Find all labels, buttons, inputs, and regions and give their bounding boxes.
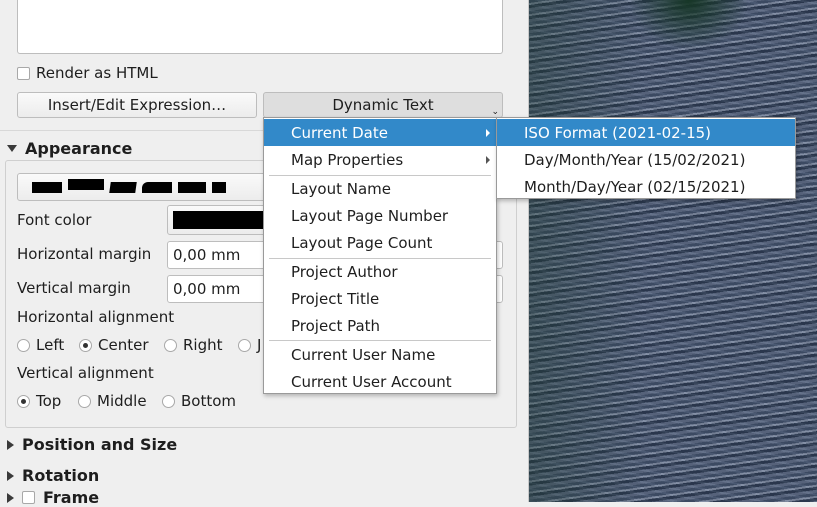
submenu-item-month-day-year[interactable]: Month/Day/Year (02/15/2021) bbox=[497, 173, 795, 200]
font-preview-glyph bbox=[212, 181, 226, 193]
font-preview-glyph bbox=[142, 181, 172, 193]
panel-divider[interactable] bbox=[528, 0, 529, 502]
valign-top-label: Top bbox=[36, 392, 62, 410]
rotation-title: Rotation bbox=[22, 466, 100, 485]
horizontal-margin-value: 0,00 mm bbox=[173, 246, 241, 264]
menu-item-project-author[interactable]: Project Author bbox=[264, 258, 496, 285]
font-color-label: Font color bbox=[17, 211, 92, 229]
font-preview-glyph bbox=[178, 181, 206, 193]
frame-title: Frame bbox=[43, 488, 100, 507]
menu-item-label: Current Date bbox=[291, 123, 388, 142]
frame-header[interactable]: Frame bbox=[7, 488, 99, 507]
menu-item-map-properties[interactable]: Map Properties bbox=[264, 146, 496, 173]
font-preview-glyph bbox=[32, 181, 62, 193]
label-text-area[interactable] bbox=[17, 0, 503, 54]
valign-bottom-label: Bottom bbox=[181, 392, 237, 410]
halign-left-radio[interactable] bbox=[17, 339, 30, 352]
dropdown-indicator-icon: ⌄ bbox=[491, 107, 499, 117]
halign-justify-label: J bbox=[257, 336, 262, 354]
appearance-header[interactable]: Appearance bbox=[7, 139, 132, 158]
menu-item-project-path[interactable]: Project Path bbox=[264, 312, 496, 339]
appearance-title: Appearance bbox=[25, 139, 133, 158]
font-button[interactable] bbox=[17, 173, 282, 201]
halign-justify-radio[interactable] bbox=[238, 339, 251, 352]
position-size-header[interactable]: Position and Size bbox=[7, 435, 177, 454]
halign-left-label: Left bbox=[36, 336, 65, 354]
menu-item-current-user-name[interactable]: Current User Name bbox=[264, 341, 496, 368]
insert-expression-button[interactable]: Insert/Edit Expression… bbox=[17, 92, 257, 118]
collapse-down-icon bbox=[7, 145, 17, 152]
horizontal-margin-label: Horizontal margin bbox=[17, 245, 152, 263]
vertical-alignment-label: Vertical alignment bbox=[17, 364, 154, 382]
vertical-margin-value: 0,00 mm bbox=[173, 280, 241, 298]
vertical-alignment-options: Top Middle Bottom bbox=[17, 392, 257, 412]
menu-item-label: Map Properties bbox=[291, 150, 404, 169]
horizontal-alignment-label: Horizontal alignment bbox=[17, 308, 175, 326]
current-date-submenu: ISO Format (2021-02-15) Day/Month/Year (… bbox=[496, 117, 796, 199]
font-preview-glyph bbox=[68, 178, 104, 190]
expand-right-icon bbox=[7, 492, 14, 503]
submenu-item-iso-format[interactable]: ISO Format (2021-02-15) bbox=[497, 119, 795, 146]
horizontal-alignment-options: Left Center Right J bbox=[17, 336, 277, 356]
rotation-header[interactable]: Rotation bbox=[7, 466, 99, 485]
valign-middle-radio[interactable] bbox=[78, 395, 91, 408]
halign-right-label: Right bbox=[183, 336, 223, 354]
dynamic-text-label: Dynamic Text bbox=[332, 96, 434, 114]
position-size-title: Position and Size bbox=[22, 435, 178, 454]
dynamic-text-menu: Current Date Map Properties Layout Name … bbox=[263, 117, 497, 394]
render-html-label: Render as HTML bbox=[36, 64, 158, 82]
submenu-item-day-month-year[interactable]: Day/Month/Year (15/02/2021) bbox=[497, 146, 795, 173]
halign-center-label: Center bbox=[98, 336, 149, 354]
vertical-margin-label: Vertical margin bbox=[17, 279, 131, 297]
font-color-button[interactable] bbox=[167, 205, 277, 235]
expand-right-icon bbox=[7, 470, 14, 481]
valign-top-radio[interactable] bbox=[17, 395, 30, 408]
menu-item-current-date[interactable]: Current Date bbox=[264, 119, 496, 146]
dynamic-text-button[interactable]: Dynamic Text ⌄ bbox=[263, 92, 503, 118]
valign-bottom-radio[interactable] bbox=[162, 395, 175, 408]
expand-right-icon bbox=[7, 439, 14, 450]
menu-item-current-user-account[interactable]: Current User Account bbox=[264, 368, 496, 395]
halign-center-radio[interactable] bbox=[79, 339, 92, 352]
halign-right-radio[interactable] bbox=[164, 339, 177, 352]
frame-checkbox[interactable] bbox=[22, 491, 35, 504]
menu-item-project-title[interactable]: Project Title bbox=[264, 285, 496, 312]
map-canvas-shade bbox=[529, 0, 817, 502]
font-color-swatch bbox=[173, 211, 273, 229]
submenu-arrow-icon bbox=[486, 156, 490, 164]
render-html-checkbox[interactable] bbox=[17, 67, 30, 80]
submenu-arrow-icon bbox=[486, 129, 490, 137]
menu-item-layout-page-count[interactable]: Layout Page Count bbox=[264, 229, 496, 256]
valign-middle-label: Middle bbox=[97, 392, 147, 410]
menu-item-layout-page-number[interactable]: Layout Page Number bbox=[264, 202, 496, 229]
menu-item-layout-name[interactable]: Layout Name bbox=[264, 175, 496, 202]
font-preview-glyph bbox=[109, 181, 137, 193]
